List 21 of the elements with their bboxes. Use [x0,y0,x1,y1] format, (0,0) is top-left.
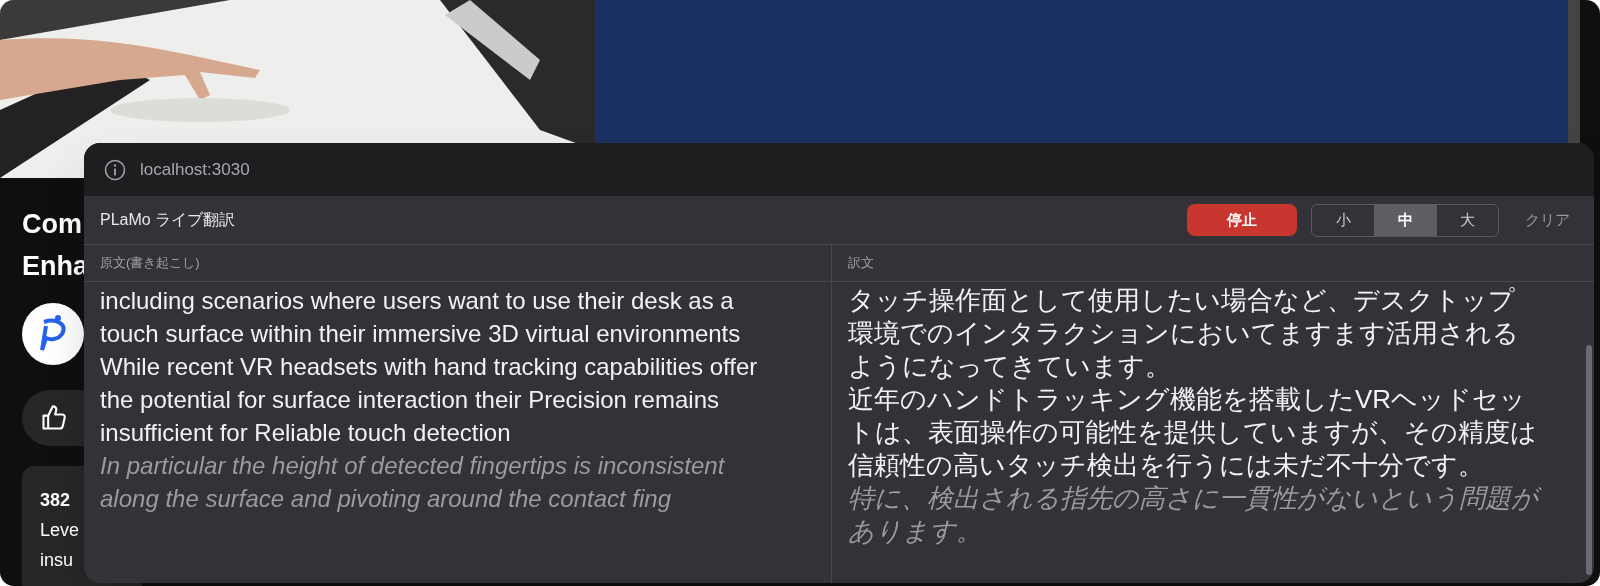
transcript-text: including scenarios where users want to use their desk as a touch surface within their immersive 3D virtual environments [100,286,742,349]
scrollbar-thumb[interactable] [1586,345,1592,575]
comment-text: insu [40,549,74,572]
video-title: Com [22,208,82,241]
transcript-text: 近年のハンドトラッキング機能を搭載したVRヘッドセットは、表面操作の可能性を提供していますが、その精度は信頼性の高いタッチ検出を行うには未だ不十分です。 [848,383,1538,482]
size-tab[interactable]: 小 [1312,204,1374,236]
app-title: PLaMo ライブ翻訳 [100,210,237,230]
transcript-text: While recent VR headsets with hand tracking capabilities offer the potential for surface interaction their Precision remains insufficient for Reliable touch detection [100,352,759,448]
column-heading: 訳文 [832,245,1594,282]
stop-button[interactable]: 停止 [1187,204,1297,236]
info-icon[interactable] [104,158,126,181]
size-tab[interactable]: 大 [1436,204,1498,236]
address-text: localhost:3030 [140,158,250,181]
column-heading: 原文(書き起こし) [84,245,831,282]
thumbs-up-icon [40,404,68,432]
interim-text: In particular the height of detected fingertips is inconsistent along the surface and pivoting around the contact fing [100,451,726,514]
size-tab[interactable]: 中 [1374,204,1436,236]
transcript-text: タッチ操作面として使用したい場合など、デスクトップ環境でのインタラクションにおいてますます活用されるようになってきています。 [848,284,1520,383]
comment-text: Leve [40,519,80,542]
clear-button[interactable]: クリア [1525,208,1570,232]
comment-text: 382 [40,489,71,512]
